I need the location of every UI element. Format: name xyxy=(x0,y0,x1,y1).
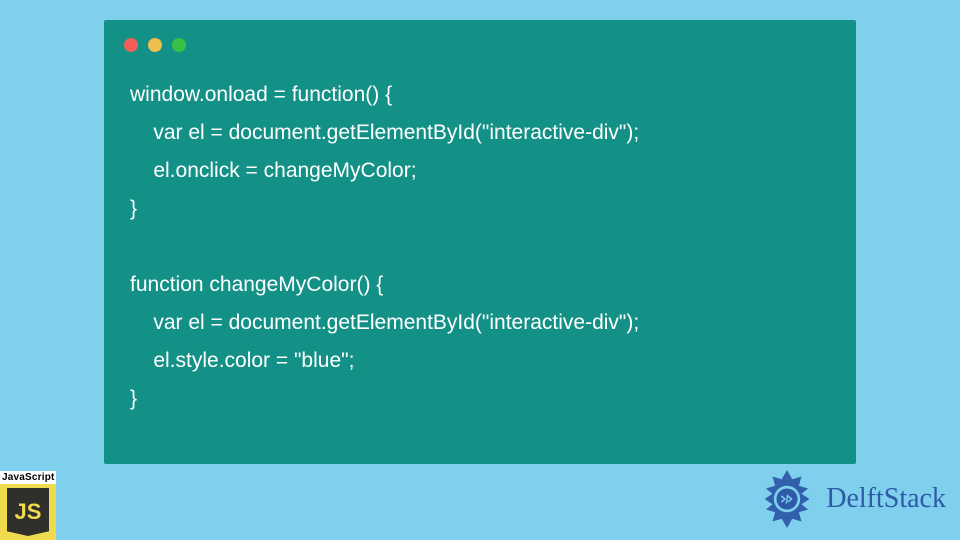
delftstack-text: DelftStack xyxy=(826,483,946,515)
javascript-badge: JavaScript JS xyxy=(0,471,56,540)
javascript-logo-text: JS xyxy=(15,499,42,525)
delftstack-brand: DelftStack xyxy=(754,466,946,532)
window-close-icon xyxy=(124,38,138,52)
window-maximize-icon xyxy=(172,38,186,52)
code-window: window.onload = function() { var el = do… xyxy=(104,20,856,464)
window-minimize-icon xyxy=(148,38,162,52)
javascript-logo-icon: JS xyxy=(0,484,56,540)
delftstack-logo-icon xyxy=(754,466,820,532)
javascript-label: JavaScript xyxy=(0,471,56,484)
traffic-lights xyxy=(124,38,186,52)
code-block: window.onload = function() { var el = do… xyxy=(130,76,836,418)
